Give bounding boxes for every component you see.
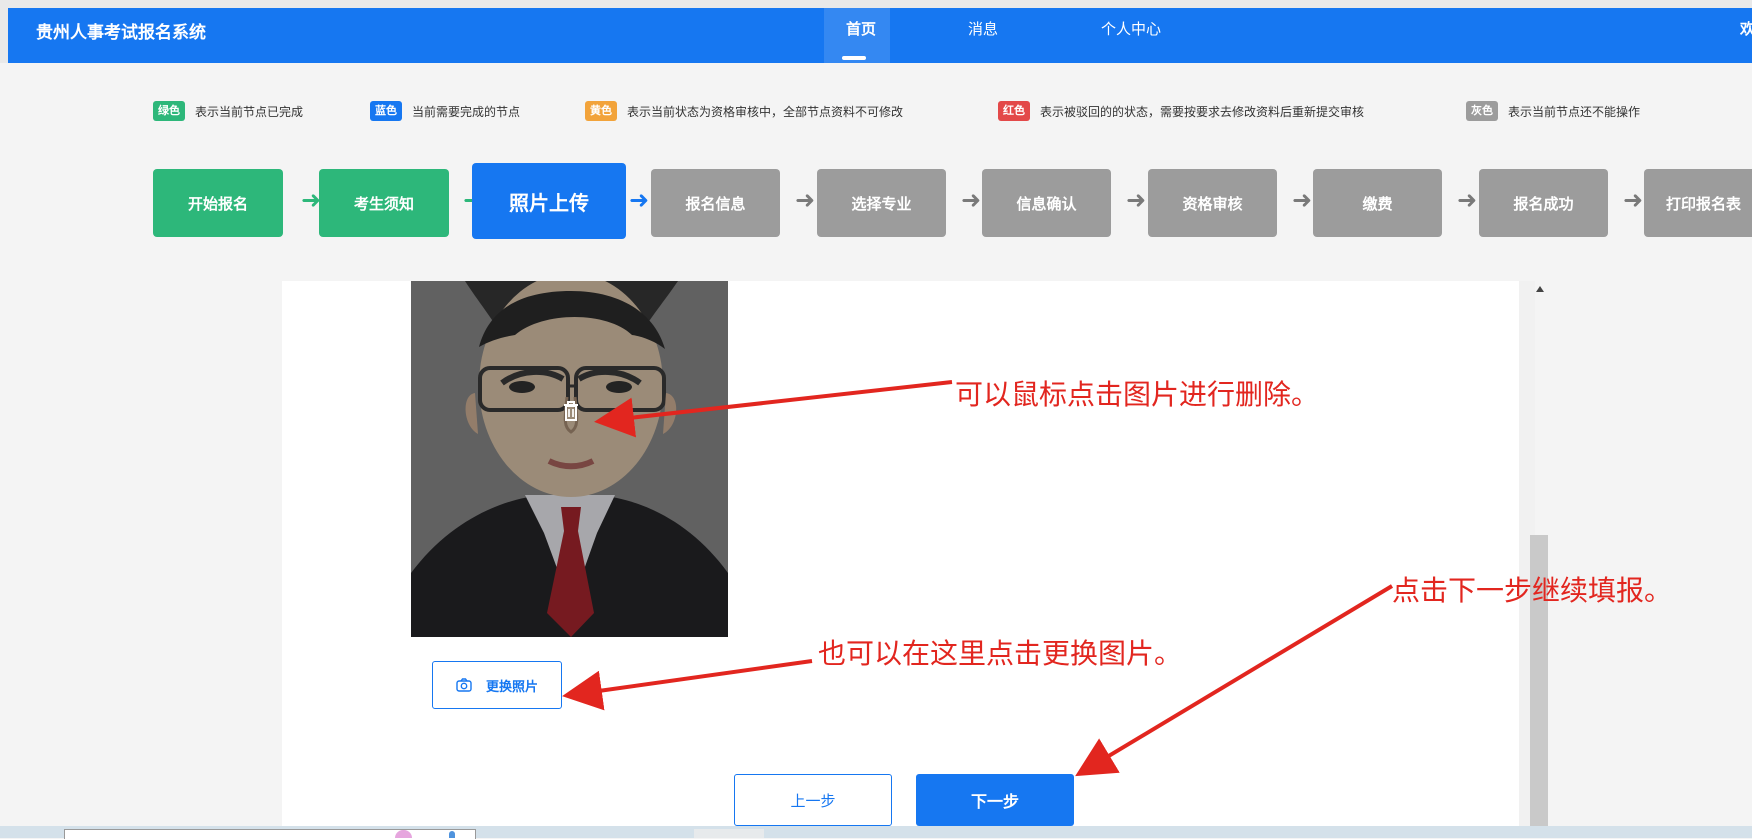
arrow-right-icon: ➜	[795, 186, 816, 214]
step-photo-upload[interactable]: 照片上传	[472, 163, 626, 239]
arrow-right-icon: ➜	[1457, 186, 1478, 214]
next-hint-annotation: 点击下一步继续填报。	[1392, 574, 1673, 607]
arrow-right-icon: ➜	[961, 186, 982, 214]
legend-badge-red: 红色	[998, 101, 1030, 121]
legend-badge-yellow: 黄色	[585, 101, 617, 121]
camera-icon	[456, 678, 472, 692]
legend-text-yellow: 表示当前状态为资格审核中，全部节点资料不可修改	[627, 104, 904, 119]
site-title: 贵州人事考试报名系统	[36, 23, 206, 43]
legend-item-green: 绿色 表示当前节点已完成	[153, 101, 303, 121]
legend-item-gray: 灰色 表示当前节点还不能操作	[1466, 101, 1640, 121]
scroll-up-arrow-icon[interactable]	[1536, 286, 1544, 292]
top-bar: 贵州人事考试报名系统 首页 消息 个人中心 欢	[0, 0, 1752, 63]
step-qualification-review[interactable]: 资格审核	[1148, 169, 1277, 237]
step-print-form[interactable]: 打印报名表	[1644, 169, 1752, 237]
step-payment[interactable]: 缴费	[1313, 169, 1442, 237]
nav-messages[interactable]: 消息	[968, 18, 998, 39]
status-legend: 绿色 表示当前节点已完成 蓝色 当前需要完成的节点 黄色 表示当前状态为资格审核…	[0, 101, 1752, 127]
legend-badge-blue: 蓝色	[370, 101, 402, 121]
step-confirm-info[interactable]: 信息确认	[982, 169, 1111, 237]
arrow-right-icon: ➜	[1292, 186, 1313, 214]
legend-badge-gray: 灰色	[1466, 101, 1498, 121]
legend-item-yellow: 黄色 表示当前状态为资格审核中，全部节点资料不可修改	[585, 101, 903, 121]
change-photo-button[interactable]: 更换照片	[432, 661, 562, 709]
step-select-major[interactable]: 选择专业	[817, 169, 946, 237]
step-registration-info[interactable]: 报名信息	[651, 169, 780, 237]
legend-text-blue: 当前需要完成的节点	[412, 104, 521, 119]
arrow-right-icon: ➜	[1126, 186, 1147, 214]
step-candidate-notice[interactable]: 考生须知	[319, 169, 449, 237]
legend-text-green: 表示当前节点已完成	[195, 104, 304, 119]
legend-badge-green: 绿色	[153, 101, 185, 121]
legend-item-blue: 蓝色 当前需要完成的节点	[370, 101, 520, 121]
nav-personal-center[interactable]: 个人中心	[1101, 18, 1161, 39]
uploaded-photo[interactable]	[411, 281, 728, 637]
taskbar-app-icon[interactable]	[449, 831, 455, 838]
taskbar-button[interactable]	[694, 829, 764, 838]
photo-hover-overlay	[411, 281, 728, 637]
arrow-right-icon: ➜	[1623, 186, 1644, 214]
previous-step-button[interactable]: 上一步	[734, 774, 892, 826]
step-registration-success[interactable]: 报名成功	[1479, 169, 1608, 237]
taskbar-app-icon[interactable]	[395, 830, 412, 838]
delete-hint-annotation: 可以鼠标点击图片进行删除。	[955, 378, 1320, 411]
legend-text-gray: 表示当前节点还不能操作	[1508, 104, 1641, 119]
legend-text-red: 表示被驳回的的状态，需要按要求去修改资料后重新提交审核	[1040, 104, 1365, 119]
change-hint-annotation: 也可以在这里点击更换图片。	[818, 637, 1183, 670]
progress-steps: 开始报名 ➜ 考生须知 ➜ 照片上传 ➜ 报名信息 ➜ 选择专业 ➜ 信息确认 …	[0, 161, 1752, 247]
step-start-registration[interactable]: 开始报名	[153, 169, 283, 237]
arrow-right-icon: ➜	[629, 186, 650, 214]
nav-home[interactable]: 首页	[832, 18, 890, 39]
taskbar-tray	[1681, 829, 1721, 838]
trash-icon[interactable]	[558, 399, 584, 425]
home-active-indicator	[842, 56, 866, 60]
legend-item-red: 红色 表示被驳回的的状态，需要按要求去修改资料后重新提交审核	[998, 101, 1364, 121]
header: 贵州人事考试报名系统 首页 消息 个人中心 欢	[8, 8, 1752, 63]
user-greeting-fragment: 欢	[1740, 20, 1752, 38]
change-photo-label: 更换照片	[485, 679, 538, 695]
next-step-button[interactable]: 下一步	[916, 774, 1074, 826]
